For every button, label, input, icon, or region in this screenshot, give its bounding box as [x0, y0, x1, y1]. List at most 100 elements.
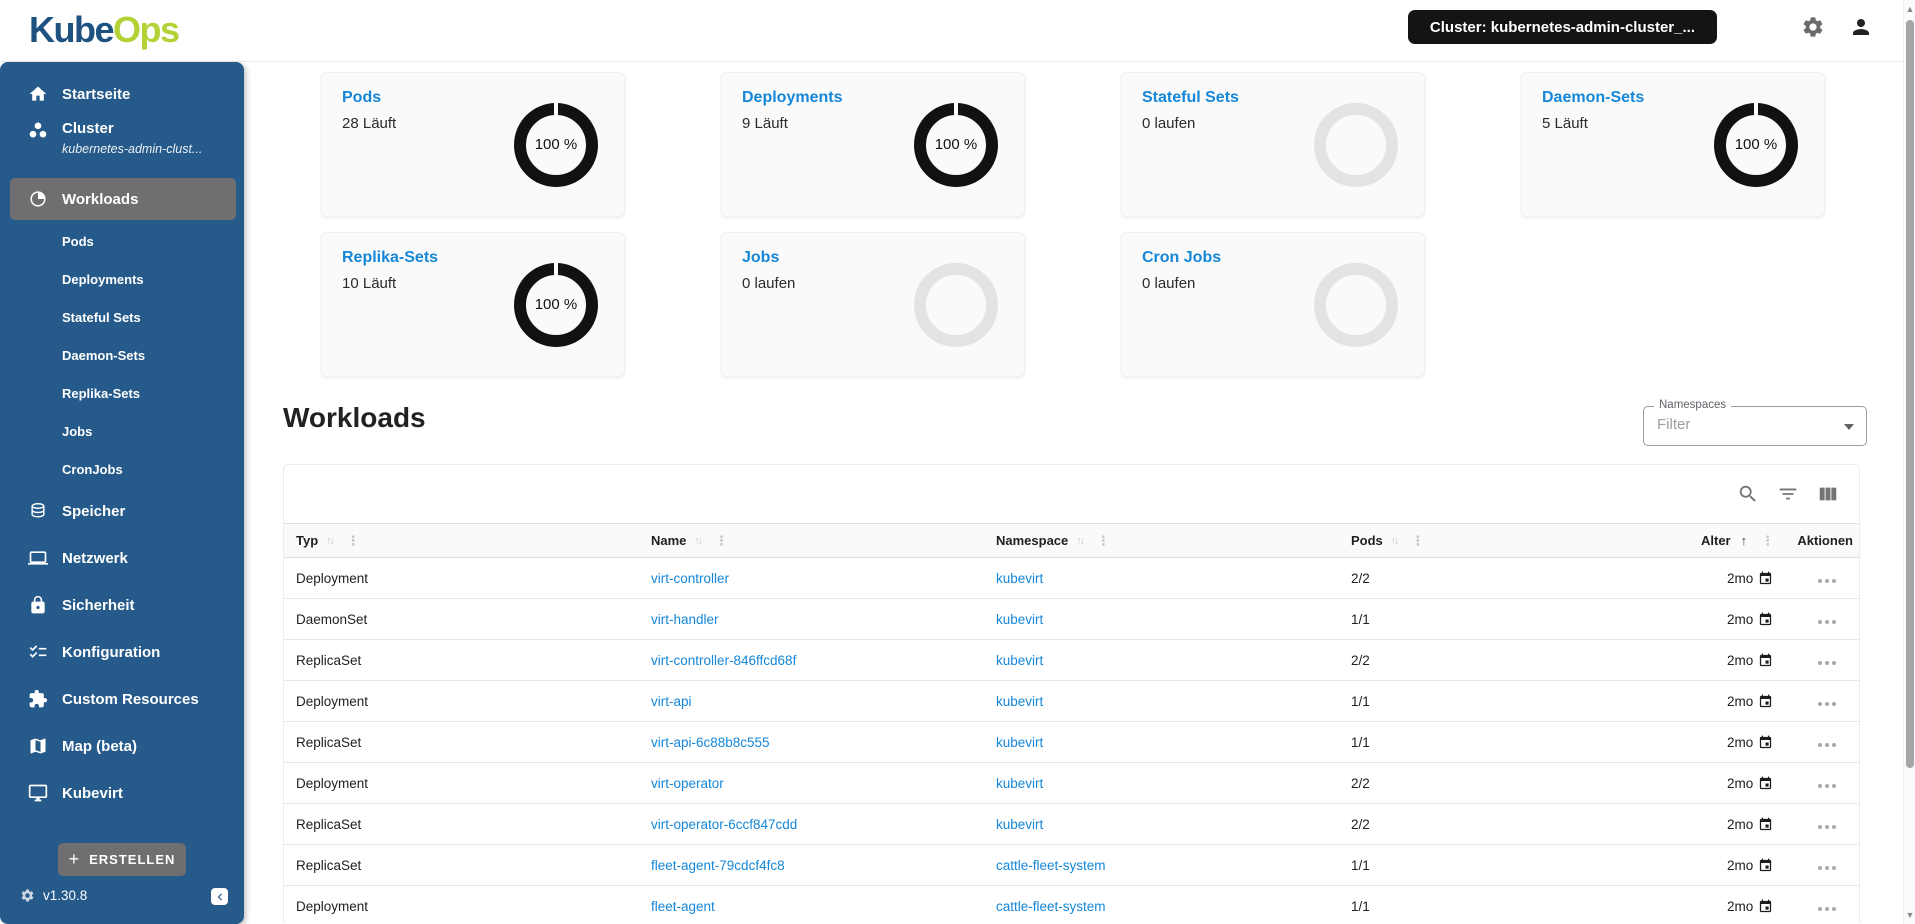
cell-name-link[interactable]: fleet-agent-79cdcf4fc8 — [651, 858, 785, 873]
search-icon[interactable] — [1737, 483, 1759, 505]
card-title-link[interactable]: Deployments — [742, 89, 842, 107]
column-menu-icon[interactable] — [347, 533, 360, 549]
progress-ring — [914, 263, 998, 347]
scrollbar-up-icon[interactable] — [1904, 2, 1915, 16]
scrollbar-down-icon[interactable] — [1904, 908, 1915, 922]
table-row[interactable]: Deployment virt-operator kubevirt 2/2 2m… — [284, 763, 1859, 804]
column-header-typ[interactable]: Typ — [284, 533, 639, 549]
user-account-icon[interactable] — [1849, 15, 1873, 39]
scrollbar-thumb[interactable] — [1906, 20, 1914, 768]
sidebar-subitem-replika-sets[interactable]: Replika-Sets — [0, 381, 244, 405]
sort-icon[interactable] — [694, 535, 701, 547]
calendar-icon — [1758, 899, 1773, 914]
column-header-alter[interactable]: Alter — [1689, 533, 1776, 549]
column-menu-icon[interactable] — [1097, 533, 1110, 549]
sidebar-item-konfiguration[interactable]: Konfiguration — [0, 638, 244, 666]
table-row[interactable]: ReplicaSet virt-operator-6ccf847cdd kube… — [284, 804, 1859, 845]
table-row[interactable]: DaemonSet virt-handler kubevirt 1/1 2mo — [284, 599, 1859, 640]
cell-namespace-link[interactable]: kubevirt — [996, 776, 1043, 791]
sidebar-item-netzwerk[interactable]: Netzwerk — [0, 544, 244, 572]
columns-icon[interactable] — [1817, 483, 1839, 505]
cell-name-link[interactable]: virt-operator — [651, 776, 724, 791]
sidebar-subitem-cronjobs[interactable]: CronJobs — [0, 457, 244, 481]
plus-icon: + — [69, 849, 81, 870]
sidebar-subitem-daemon-sets[interactable]: Daemon-Sets — [0, 343, 244, 367]
settings-gear-icon[interactable] — [1801, 15, 1825, 39]
table-row[interactable]: Deployment virt-api kubevirt 1/1 2mo — [284, 681, 1859, 722]
window-scrollbar[interactable] — [1903, 0, 1915, 924]
version-label: v1.30.8 — [43, 888, 87, 903]
sidebar-subitem-pods[interactable]: Pods — [0, 229, 244, 253]
row-actions-icon[interactable] — [1816, 817, 1837, 832]
cell-namespace-link[interactable]: kubevirt — [996, 817, 1043, 832]
sort-icon[interactable] — [1391, 535, 1398, 547]
cell-name-link[interactable]: virt-controller — [651, 571, 729, 586]
card-title-link[interactable]: Pods — [342, 89, 381, 107]
sort-icon[interactable] — [1076, 535, 1083, 547]
column-menu-icon[interactable] — [1761, 533, 1774, 549]
sidebar-collapse-button[interactable] — [211, 888, 228, 905]
cell-name-link[interactable]: virt-controller-846ffcd68f — [651, 653, 796, 668]
cell-name-link[interactable]: virt-api — [651, 694, 692, 709]
sidebar-subitem-stateful-sets[interactable]: Stateful Sets — [0, 305, 244, 329]
card-title-link[interactable]: Cron Jobs — [1142, 249, 1221, 267]
filter-icon[interactable] — [1777, 483, 1799, 505]
card-title-link[interactable]: Jobs — [742, 249, 779, 267]
table-row[interactable]: ReplicaSet fleet-agent-79cdcf4fc8 cattle… — [284, 845, 1859, 886]
cell-namespace-link[interactable]: kubevirt — [996, 612, 1043, 627]
sidebar-item-speicher[interactable]: Speicher — [0, 497, 244, 525]
table-row[interactable]: ReplicaSet virt-api-6c88b8c555 kubevirt … — [284, 722, 1859, 763]
main-content: Pods 28 Läuft 100 % Deployments 9 Läuft … — [244, 62, 1903, 924]
row-actions-icon[interactable] — [1816, 694, 1837, 709]
row-actions-icon[interactable] — [1816, 571, 1837, 586]
cell-typ: Deployment — [284, 571, 639, 586]
column-menu-icon[interactable] — [715, 533, 728, 549]
sidebar-subitem-jobs[interactable]: Jobs — [0, 419, 244, 443]
namespace-filter-select[interactable]: Namespaces Filter — [1643, 406, 1867, 446]
cluster-icon — [28, 120, 48, 140]
table-row[interactable]: ReplicaSet virt-controller-846ffcd68f ku… — [284, 640, 1859, 681]
sidebar: Startseite Clusterkubernetes-admin-clust.… — [0, 62, 244, 924]
sidebar-item-sicherheit[interactable]: Sicherheit — [0, 591, 244, 619]
create-button[interactable]: + ERSTELLEN — [58, 843, 186, 876]
table-row[interactable]: Deployment virt-controller kubevirt 2/2 … — [284, 558, 1859, 599]
sidebar-item-workloads[interactable]: Workloads — [10, 178, 236, 220]
cell-namespace-link[interactable]: cattle-fleet-system — [996, 899, 1106, 914]
sidebar-item-cluster[interactable]: Clusterkubernetes-admin-clust... — [0, 120, 244, 166]
card-title-link[interactable]: Stateful Sets — [1142, 89, 1239, 107]
sort-ascending-icon[interactable] — [1741, 533, 1748, 548]
row-actions-icon[interactable] — [1816, 858, 1837, 873]
cell-namespace-link[interactable]: kubevirt — [996, 653, 1043, 668]
cell-namespace-link[interactable]: cattle-fleet-system — [996, 858, 1106, 873]
column-header-pods[interactable]: Pods — [1339, 533, 1689, 549]
cell-name-link[interactable]: virt-handler — [651, 612, 719, 627]
sort-icon[interactable] — [326, 535, 333, 547]
sidebar-item-map-beta[interactable]: Map (beta) — [0, 732, 244, 760]
cluster-badge[interactable]: Cluster: kubernetes-admin-cluster_... — [1408, 10, 1717, 44]
row-actions-icon[interactable] — [1816, 899, 1837, 914]
column-menu-icon[interactable] — [1411, 533, 1424, 549]
progress-ring-percent: 100 % — [535, 136, 578, 153]
cell-name-link[interactable]: virt-operator-6ccf847cdd — [651, 817, 797, 832]
row-actions-icon[interactable] — [1816, 776, 1837, 791]
cell-namespace-link[interactable]: kubevirt — [996, 694, 1043, 709]
sidebar-item-custom-resources[interactable]: Custom Resources — [0, 685, 244, 713]
row-actions-icon[interactable] — [1816, 653, 1837, 668]
cell-namespace-link[interactable]: kubevirt — [996, 571, 1043, 586]
sidebar-subitem-deployments[interactable]: Deployments — [0, 267, 244, 291]
row-actions-icon[interactable] — [1816, 735, 1837, 750]
card-title-link[interactable]: Replika-Sets — [342, 249, 438, 267]
netzwerk-icon — [28, 548, 48, 568]
card-title-link[interactable]: Daemon-Sets — [1542, 89, 1644, 107]
cell-name-link[interactable]: fleet-agent — [651, 899, 715, 914]
column-header-name[interactable]: Name — [639, 533, 984, 549]
cell-namespace-link[interactable]: kubevirt — [996, 735, 1043, 750]
sidebar-item-label: Jobs — [62, 424, 92, 439]
table-row[interactable]: Deployment fleet-agent cattle-fleet-syst… — [284, 886, 1859, 923]
column-header-namespace[interactable]: Namespace — [984, 533, 1339, 549]
cell-pods: 2/2 — [1339, 776, 1689, 791]
row-actions-icon[interactable] — [1816, 612, 1837, 627]
sidebar-item-kubevirt[interactable]: Kubevirt — [0, 779, 244, 807]
cell-name-link[interactable]: virt-api-6c88b8c555 — [651, 735, 770, 750]
sidebar-item-startseite[interactable]: Startseite — [0, 80, 244, 108]
